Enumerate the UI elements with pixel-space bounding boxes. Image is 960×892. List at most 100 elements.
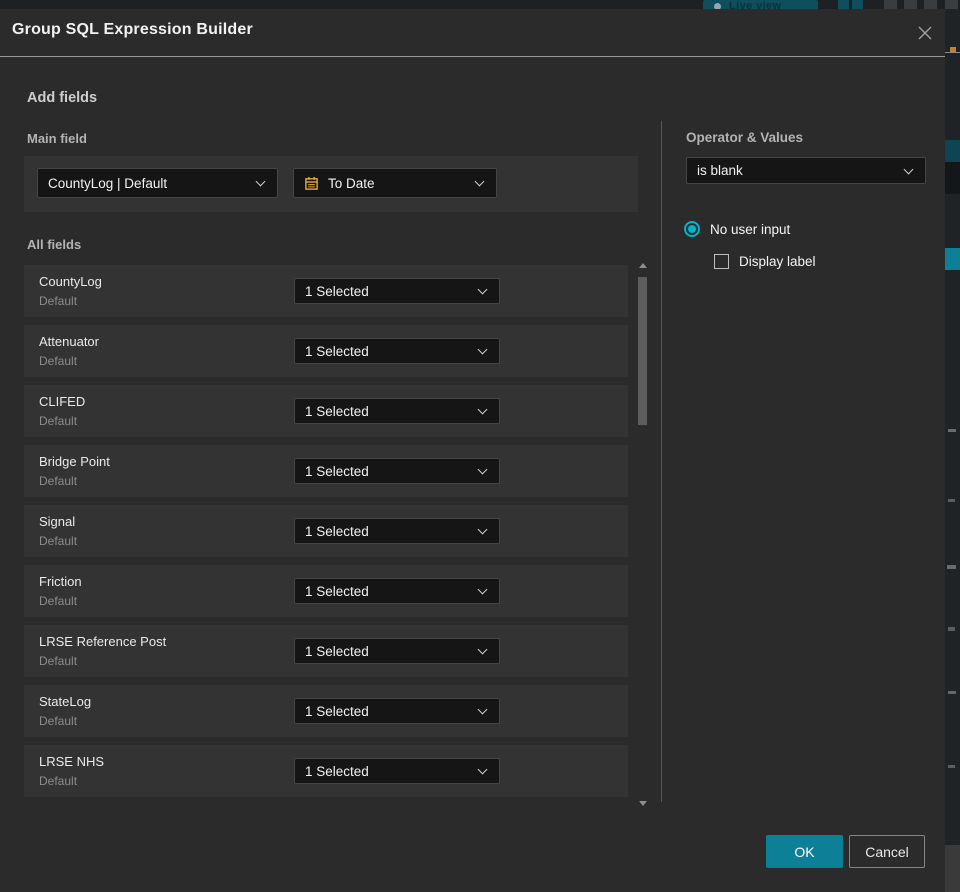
panel-divider [661,121,662,802]
field-row: Attenuator Default 1 Selected [24,325,628,377]
chevron-down-icon [255,176,266,187]
background-fragment [948,627,955,631]
field-selection-value: 1 Selected [305,523,369,539]
all-fields-label: All fields [27,237,82,252]
chevron-down-icon [903,164,914,174]
field-selection-dropdown[interactable]: 1 Selected [294,698,500,724]
field-selection-value: 1 Selected [305,283,369,299]
field-layer: Default [39,414,78,428]
field-layer: Default [39,594,78,608]
no-user-input-label: No user input [710,221,791,237]
background-fragment [950,47,956,52]
background-fragment [948,499,955,502]
display-label-checkbox[interactable]: Display label [714,254,816,269]
main-field-dropdown-value: CountyLog | Default [48,175,168,191]
field-row: CLIFED Default 1 Selected [24,385,628,437]
field-layer: Default [39,714,78,728]
background-fragment [948,429,956,432]
scrollbar-thumb[interactable] [638,277,647,425]
background-toolbar-icon [884,0,897,9]
fields-scrollbar[interactable] [637,261,648,808]
field-selection-dropdown[interactable]: 1 Selected [294,338,500,364]
chevron-down-icon [477,704,488,715]
field-selection-dropdown[interactable]: 1 Selected [294,518,500,544]
field-layer: Default [39,354,78,368]
checkbox-unchecked-icon [714,254,729,269]
background-toolbar-icon [904,0,917,9]
chevron-down-icon [477,764,488,775]
group-sql-expression-builder-dialog: Group SQL Expression Builder Add fields … [0,9,945,892]
field-selection-dropdown[interactable]: 1 Selected [294,758,500,784]
field-layer: Default [39,774,78,788]
field-name: StateLog [39,694,92,709]
field-name: Bridge Point [39,454,110,469]
field-layer: Default [39,534,78,548]
field-selection-value: 1 Selected [305,463,369,479]
scroll-up-icon[interactable] [639,263,647,268]
field-selection-dropdown[interactable]: 1 Selected [294,578,500,604]
operator-dropdown[interactable]: is blank [686,157,926,184]
field-name: Signal [39,514,76,529]
background-fragment [945,52,960,53]
background-app-toolbar: Live view [0,0,960,9]
field-layer: Default [39,654,78,668]
main-field-container: CountyLog | Default To Date [24,156,638,212]
background-toolbar-icon [924,0,937,9]
operator-dropdown-value: is blank [697,163,743,178]
chevron-down-icon [477,344,488,355]
field-name: CountyLog [39,274,102,289]
background-fragment [945,162,960,194]
all-fields-list: CountyLog Default 1 Selected Attenuator … [24,265,628,805]
background-fragment [948,691,956,694]
calendar-icon [304,176,319,191]
background-fragment [947,565,956,569]
field-name: CLIFED [39,394,86,409]
chevron-down-icon [477,464,488,475]
dialog-title: Group SQL Expression Builder [12,21,253,38]
field-selection-value: 1 Selected [305,643,369,659]
chevron-down-icon [477,524,488,535]
field-selection-value: 1 Selected [305,403,369,419]
chevron-down-icon [477,644,488,655]
display-label-label: Display label [739,254,816,269]
dialog-header: Group SQL Expression Builder [0,9,945,57]
main-field-label: Main field [27,131,87,146]
close-icon[interactable] [911,19,939,47]
field-name: Attenuator [39,334,99,349]
background-toolbar-icon [945,0,958,9]
field-selection-value: 1 Selected [305,763,369,779]
background-fragment [945,248,960,270]
field-name: LRSE NHS [39,754,105,769]
background-fragment [945,140,960,162]
scroll-down-icon[interactable] [639,801,647,806]
cancel-button[interactable]: Cancel [849,835,925,868]
field-selection-dropdown[interactable]: 1 Selected [294,278,500,304]
chevron-down-icon [477,404,488,415]
chevron-down-icon [474,176,485,187]
chevron-down-icon [477,284,488,295]
field-row: Bridge Point Default 1 Selected [24,445,628,497]
main-field-value-dropdown-value: To Date [328,175,375,191]
field-row: LRSE Reference Post Default 1 Selected [24,625,628,677]
main-field-value-dropdown[interactable]: To Date [293,168,497,198]
chevron-down-icon [477,584,488,595]
field-row: Friction Default 1 Selected [24,565,628,617]
field-row: CountyLog Default 1 Selected [24,265,628,317]
background-fragment [948,765,955,768]
background-fragment [945,845,960,892]
background-toolbar-icon [852,0,863,9]
field-selection-dropdown[interactable]: 1 Selected [294,638,500,664]
live-view-label: Live view [729,0,782,9]
field-name: LRSE Reference Post [39,634,167,649]
main-field-dropdown[interactable]: CountyLog | Default [37,168,278,198]
field-selection-dropdown[interactable]: 1 Selected [294,398,500,424]
field-name: Friction [39,574,82,589]
no-user-input-radio[interactable]: No user input [684,221,790,237]
operator-values-heading: Operator & Values [686,130,804,145]
field-row: LRSE NHS Default 1 Selected [24,745,628,797]
field-selection-dropdown[interactable]: 1 Selected [294,458,500,484]
live-view-button[interactable]: Live view [703,0,818,9]
field-selection-value: 1 Selected [305,583,369,599]
field-selection-value: 1 Selected [305,343,369,359]
ok-button[interactable]: OK [766,835,843,868]
